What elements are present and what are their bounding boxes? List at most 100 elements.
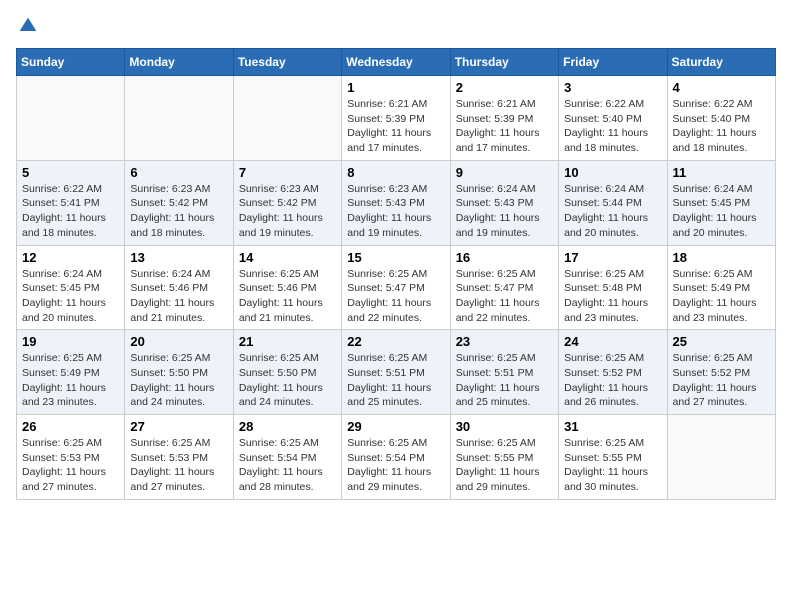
- day-info: Sunrise: 6:25 AMSunset: 5:54 PMDaylight:…: [239, 436, 336, 495]
- calendar-cell: 26 Sunrise: 6:25 AMSunset: 5:53 PMDayligh…: [17, 415, 125, 500]
- calendar-cell: 24 Sunrise: 6:25 AMSunset: 5:52 PMDayligh…: [559, 330, 667, 415]
- calendar-cell: 21 Sunrise: 6:25 AMSunset: 5:50 PMDayligh…: [233, 330, 341, 415]
- weekday-header-row: SundayMondayTuesdayWednesdayThursdayFrid…: [17, 49, 776, 76]
- calendar-cell: 16 Sunrise: 6:25 AMSunset: 5:47 PMDayligh…: [450, 245, 558, 330]
- calendar-cell: 9 Sunrise: 6:24 AMSunset: 5:43 PMDaylight…: [450, 160, 558, 245]
- calendar-cell: [667, 415, 775, 500]
- day-info: Sunrise: 6:22 AMSunset: 5:40 PMDaylight:…: [673, 97, 770, 156]
- day-info: Sunrise: 6:25 AMSunset: 5:47 PMDaylight:…: [456, 267, 553, 326]
- day-info: Sunrise: 6:23 AMSunset: 5:43 PMDaylight:…: [347, 182, 444, 241]
- calendar-cell: 19Sunrise: 6:25 AMSunset: 5:49 PMDayligh…: [17, 330, 125, 415]
- calendar-cell: 7 Sunrise: 6:23 AMSunset: 5:42 PMDaylight…: [233, 160, 341, 245]
- day-number: 9: [456, 165, 553, 180]
- day-number: 20: [130, 334, 227, 349]
- day-info: Sunrise: 6:21 AMSunset: 5:39 PMDaylight:…: [347, 97, 444, 156]
- calendar-cell: 25 Sunrise: 6:25 AMSunset: 5:52 PMDayligh…: [667, 330, 775, 415]
- day-number: 3: [564, 80, 661, 95]
- calendar-cell: 4Sunrise: 6:22 AMSunset: 5:40 PMDaylight…: [667, 76, 775, 161]
- day-number: 16: [456, 250, 553, 265]
- calendar-cell: 12 Sunrise: 6:24 AMSunset: 5:45 PMDayligh…: [17, 245, 125, 330]
- day-info: Sunrise: 6:25 AMSunset: 5:52 PMDaylight:…: [564, 351, 661, 410]
- calendar-cell: 11 Sunrise: 6:24 AMSunset: 5:45 PMDayligh…: [667, 160, 775, 245]
- calendar-cell: 2 Sunrise: 6:21 AMSunset: 5:39 PMDaylight…: [450, 76, 558, 161]
- day-info: Sunrise: 6:25 AMSunset: 5:53 PMDaylight:…: [22, 436, 119, 495]
- day-number: 10: [564, 165, 661, 180]
- calendar-cell: 18Sunrise: 6:25 AMSunset: 5:49 PMDayligh…: [667, 245, 775, 330]
- calendar-table: SundayMondayTuesdayWednesdayThursdayFrid…: [16, 48, 776, 500]
- day-info: Sunrise: 6:25 AMSunset: 5:55 PMDaylight:…: [564, 436, 661, 495]
- day-info: Sunrise: 6:24 AMSunset: 5:45 PMDaylight:…: [673, 182, 770, 241]
- day-info: Sunrise: 6:24 AMSunset: 5:44 PMDaylight:…: [564, 182, 661, 241]
- day-number: 1: [347, 80, 444, 95]
- calendar-week-row: 5 Sunrise: 6:22 AMSunset: 5:41 PMDaylight…: [17, 160, 776, 245]
- day-info: Sunrise: 6:23 AMSunset: 5:42 PMDaylight:…: [130, 182, 227, 241]
- day-info: Sunrise: 6:21 AMSunset: 5:39 PMDaylight:…: [456, 97, 553, 156]
- calendar-cell: 28 Sunrise: 6:25 AMSunset: 5:54 PMDayligh…: [233, 415, 341, 500]
- calendar-cell: 27Sunrise: 6:25 AMSunset: 5:53 PMDayligh…: [125, 415, 233, 500]
- day-info: Sunrise: 6:25 AMSunset: 5:49 PMDaylight:…: [673, 267, 770, 326]
- logo-icon: [18, 16, 38, 36]
- weekday-header-thursday: Thursday: [450, 49, 558, 76]
- day-number: 11: [673, 165, 770, 180]
- calendar-cell: 29 Sunrise: 6:25 AMSunset: 5:54 PMDayligh…: [342, 415, 450, 500]
- day-number: 17: [564, 250, 661, 265]
- day-info: Sunrise: 6:25 AMSunset: 5:54 PMDaylight:…: [347, 436, 444, 495]
- calendar-cell: 6 Sunrise: 6:23 AMSunset: 5:42 PMDaylight…: [125, 160, 233, 245]
- day-info: Sunrise: 6:22 AMSunset: 5:41 PMDaylight:…: [22, 182, 119, 241]
- day-number: 24: [564, 334, 661, 349]
- calendar-week-row: 12 Sunrise: 6:24 AMSunset: 5:45 PMDayligh…: [17, 245, 776, 330]
- day-info: Sunrise: 6:25 AMSunset: 5:48 PMDaylight:…: [564, 267, 661, 326]
- day-info: Sunrise: 6:24 AMSunset: 5:46 PMDaylight:…: [130, 267, 227, 326]
- day-number: 15: [347, 250, 444, 265]
- day-number: 12: [22, 250, 119, 265]
- weekday-header-monday: Monday: [125, 49, 233, 76]
- calendar-cell: [233, 76, 341, 161]
- calendar-cell: 22Sunrise: 6:25 AMSunset: 5:51 PMDayligh…: [342, 330, 450, 415]
- day-info: Sunrise: 6:25 AMSunset: 5:46 PMDaylight:…: [239, 267, 336, 326]
- day-number: 25: [673, 334, 770, 349]
- calendar-cell: 31Sunrise: 6:25 AMSunset: 5:55 PMDayligh…: [559, 415, 667, 500]
- day-number: 13: [130, 250, 227, 265]
- day-number: 5: [22, 165, 119, 180]
- calendar-cell: [17, 76, 125, 161]
- day-info: Sunrise: 6:23 AMSunset: 5:42 PMDaylight:…: [239, 182, 336, 241]
- calendar-cell: 23Sunrise: 6:25 AMSunset: 5:51 PMDayligh…: [450, 330, 558, 415]
- logo: [16, 16, 38, 36]
- calendar-cell: 5 Sunrise: 6:22 AMSunset: 5:41 PMDaylight…: [17, 160, 125, 245]
- calendar-cell: 30 Sunrise: 6:25 AMSunset: 5:55 PMDayligh…: [450, 415, 558, 500]
- day-info: Sunrise: 6:25 AMSunset: 5:49 PMDaylight:…: [22, 351, 119, 410]
- day-number: 21: [239, 334, 336, 349]
- day-number: 14: [239, 250, 336, 265]
- calendar-cell: 3 Sunrise: 6:22 AMSunset: 5:40 PMDaylight…: [559, 76, 667, 161]
- day-info: Sunrise: 6:25 AMSunset: 5:47 PMDaylight:…: [347, 267, 444, 326]
- calendar-week-row: 19Sunrise: 6:25 AMSunset: 5:49 PMDayligh…: [17, 330, 776, 415]
- calendar-cell: 1 Sunrise: 6:21 AMSunset: 5:39 PMDaylight…: [342, 76, 450, 161]
- day-number: 29: [347, 419, 444, 434]
- day-info: Sunrise: 6:22 AMSunset: 5:40 PMDaylight:…: [564, 97, 661, 156]
- calendar-cell: 13 Sunrise: 6:24 AMSunset: 5:46 PMDayligh…: [125, 245, 233, 330]
- calendar-cell: 17 Sunrise: 6:25 AMSunset: 5:48 PMDayligh…: [559, 245, 667, 330]
- calendar-cell: 15 Sunrise: 6:25 AMSunset: 5:47 PMDayligh…: [342, 245, 450, 330]
- day-number: 2: [456, 80, 553, 95]
- weekday-header-saturday: Saturday: [667, 49, 775, 76]
- calendar-week-row: 1 Sunrise: 6:21 AMSunset: 5:39 PMDaylight…: [17, 76, 776, 161]
- day-info: Sunrise: 6:25 AMSunset: 5:52 PMDaylight:…: [673, 351, 770, 410]
- day-info: Sunrise: 6:25 AMSunset: 5:51 PMDaylight:…: [347, 351, 444, 410]
- calendar-cell: 20Sunrise: 6:25 AMSunset: 5:50 PMDayligh…: [125, 330, 233, 415]
- weekday-header-sunday: Sunday: [17, 49, 125, 76]
- day-number: 30: [456, 419, 553, 434]
- day-number: 28: [239, 419, 336, 434]
- calendar-cell: 8 Sunrise: 6:23 AMSunset: 5:43 PMDaylight…: [342, 160, 450, 245]
- day-info: Sunrise: 6:25 AMSunset: 5:55 PMDaylight:…: [456, 436, 553, 495]
- calendar-cell: 14 Sunrise: 6:25 AMSunset: 5:46 PMDayligh…: [233, 245, 341, 330]
- day-number: 26: [22, 419, 119, 434]
- day-info: Sunrise: 6:25 AMSunset: 5:50 PMDaylight:…: [239, 351, 336, 410]
- day-info: Sunrise: 6:24 AMSunset: 5:45 PMDaylight:…: [22, 267, 119, 326]
- day-number: 7: [239, 165, 336, 180]
- weekday-header-wednesday: Wednesday: [342, 49, 450, 76]
- day-number: 8: [347, 165, 444, 180]
- day-info: Sunrise: 6:24 AMSunset: 5:43 PMDaylight:…: [456, 182, 553, 241]
- calendar-cell: 10 Sunrise: 6:24 AMSunset: 5:44 PMDayligh…: [559, 160, 667, 245]
- day-number: 6: [130, 165, 227, 180]
- day-info: Sunrise: 6:25 AMSunset: 5:51 PMDaylight:…: [456, 351, 553, 410]
